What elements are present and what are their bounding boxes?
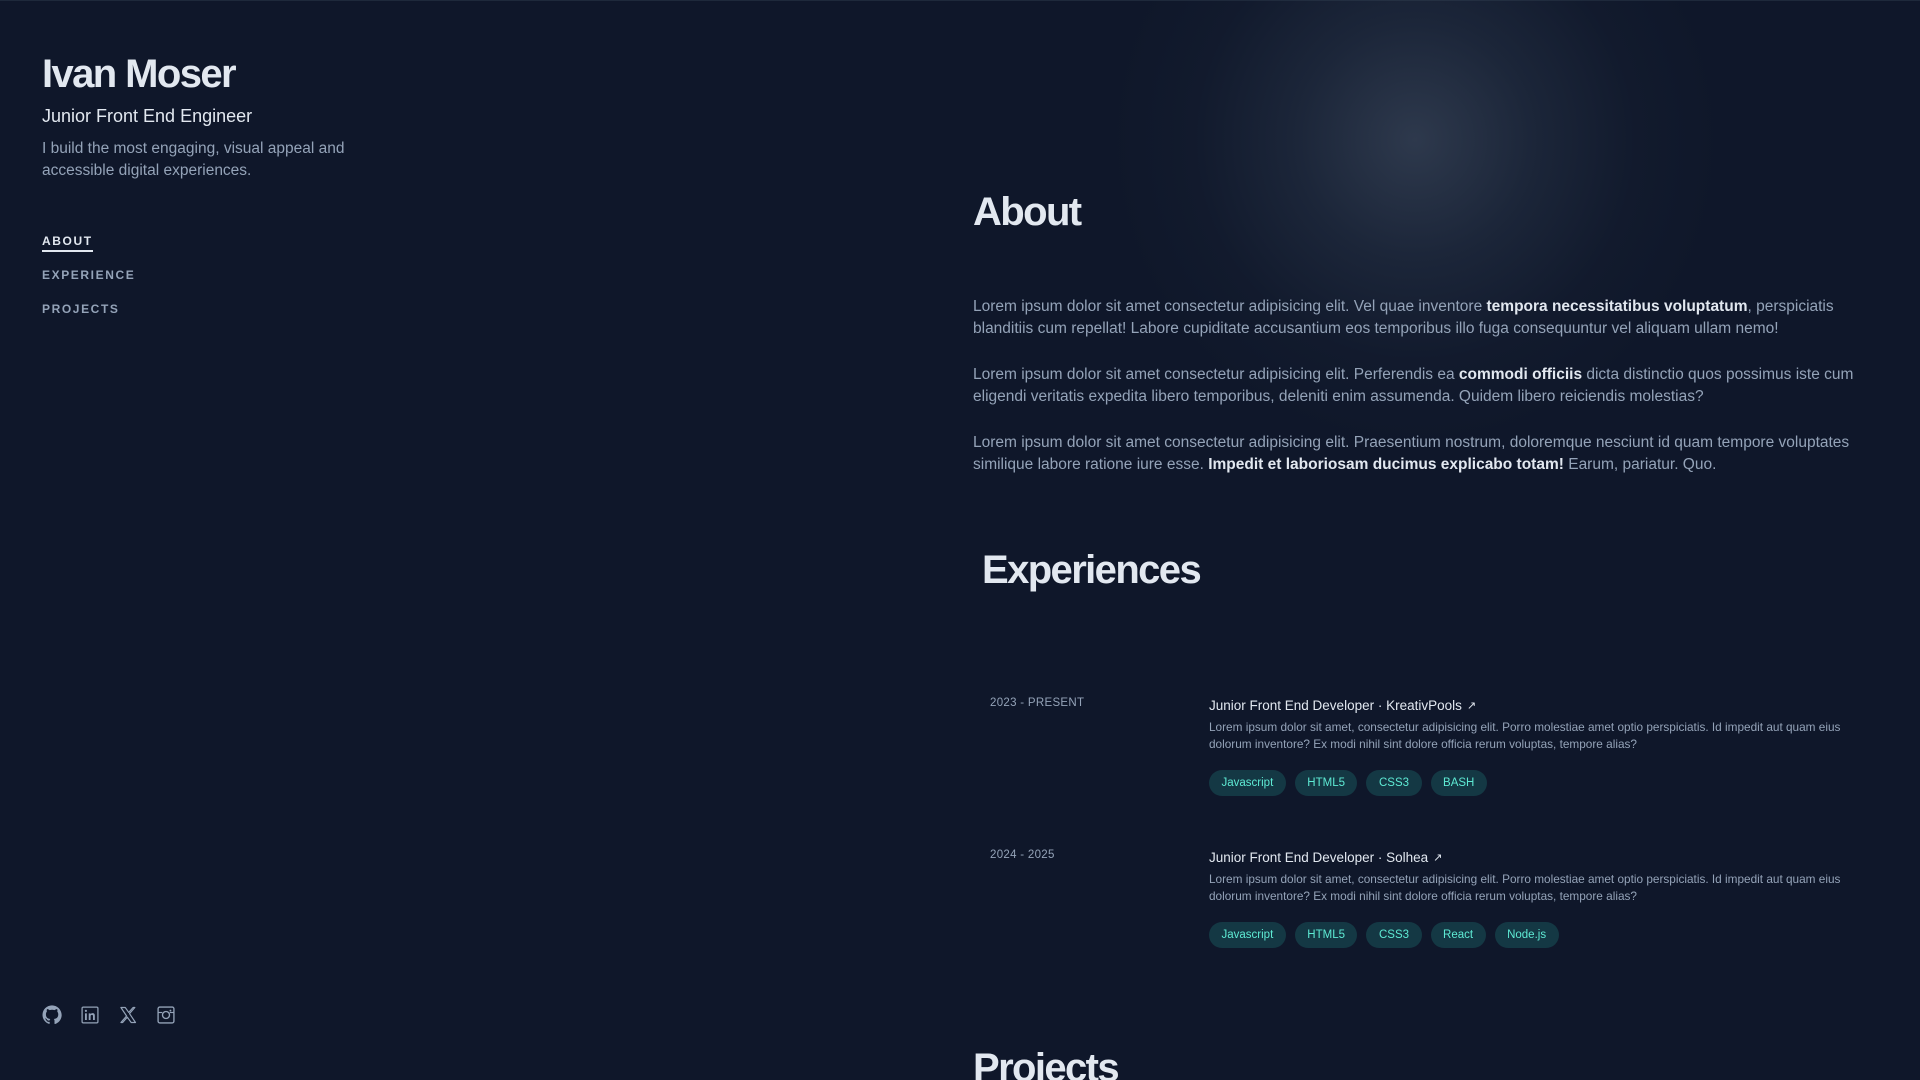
nav-link-projects[interactable]: PROJECTS (42, 302, 119, 318)
tech-tag: Javascript (1209, 770, 1286, 796)
experience-body: Junior Front End Developer · Solhea ↗ Lo… (1209, 848, 1869, 948)
profile-name[interactable]: Ivan Moser (42, 48, 237, 100)
x-twitter-icon[interactable] (118, 1005, 138, 1025)
about-paragraph: Lorem ipsum dolor sit amet consectetur a… (973, 432, 1885, 476)
tech-tags: Javascript HTML5 CSS3 BASH (1209, 770, 1869, 796)
github-icon[interactable] (42, 1005, 62, 1025)
about-heading: About (973, 190, 1082, 234)
tech-tag: Node.js (1494, 922, 1559, 948)
experience-title: Junior Front End Developer · KreativPool… (1209, 698, 1462, 713)
nav-item-experience: EXPERIENCE (42, 266, 135, 300)
external-arrow-icon: ↗ (1433, 852, 1443, 864)
about-highlight: commodi officiis (1458, 366, 1583, 383)
about-paragraph: Lorem ipsum dolor sit amet consectetur a… (973, 296, 1885, 340)
about-text: Lorem ipsum dolor sit amet consectetur a… (973, 298, 1487, 315)
experience-description: Lorem ipsum dolor sit amet, consectetur … (1209, 872, 1841, 903)
about-highlight: tempora necessitatibus voluptatum (1486, 298, 1748, 315)
experience-title: Junior Front End Developer · Solhea (1209, 850, 1429, 865)
social-links (42, 1005, 176, 1025)
experience-heading: Experiences (982, 548, 1202, 592)
experience-body: Junior Front End Developer · KreativPool… (1209, 696, 1869, 796)
tech-tag: HTML5 (1294, 922, 1358, 948)
experience-title-link[interactable]: Junior Front End Developer · KreativPool… (1209, 696, 1869, 716)
external-arrow-icon: ↗ (1466, 700, 1477, 712)
nav-item-about: ABOUT (42, 232, 135, 266)
experience-title-link[interactable]: Junior Front End Developer · Solhea ↗ (1209, 848, 1869, 868)
tech-tag: React (1430, 922, 1486, 948)
about-text: Earum, pariatur. Quo. (1563, 456, 1717, 473)
projects-heading: Projects (973, 1046, 1120, 1080)
experience-dates: 2024 - 2025 (990, 849, 1055, 861)
tech-tag: CSS3 (1366, 922, 1422, 948)
tech-tag: BASH (1430, 770, 1487, 796)
about-paragraph: Lorem ipsum dolor sit amet consectetur a… (973, 364, 1885, 408)
profile-tagline: I build the most engaging, visual appeal… (42, 140, 345, 179)
nav-item-projects: PROJECTS (42, 300, 135, 334)
about-text: Lorem ipsum dolor sit amet consectetur a… (973, 366, 1459, 383)
tech-tags: Javascript HTML5 CSS3 React Node.js (1209, 922, 1869, 948)
tech-tag: Javascript (1209, 922, 1286, 948)
linkedin-icon[interactable] (80, 1005, 100, 1025)
about-highlight: Impedit et laboriosam ducimus explicabo … (1208, 456, 1564, 473)
nav-link-about[interactable]: ABOUT (42, 234, 93, 252)
instagram-icon[interactable] (156, 1005, 176, 1025)
nav-link-experience[interactable]: EXPERIENCE (42, 268, 135, 284)
section-nav: ABOUT EXPERIENCE PROJECTS (42, 232, 135, 334)
tech-tag: HTML5 (1294, 770, 1358, 796)
tech-tag: CSS3 (1366, 770, 1422, 796)
portfolio-page: Ivan Moser Junior Front End Engineer I b… (0, 0, 1920, 1080)
profile-role: Junior Front End Engineer (42, 106, 253, 126)
experience-dates: 2023 - PRESENT (990, 697, 1085, 709)
top-border (0, 0, 1920, 1)
experience-description: Lorem ipsum dolor sit amet, consectetur … (1209, 720, 1841, 751)
